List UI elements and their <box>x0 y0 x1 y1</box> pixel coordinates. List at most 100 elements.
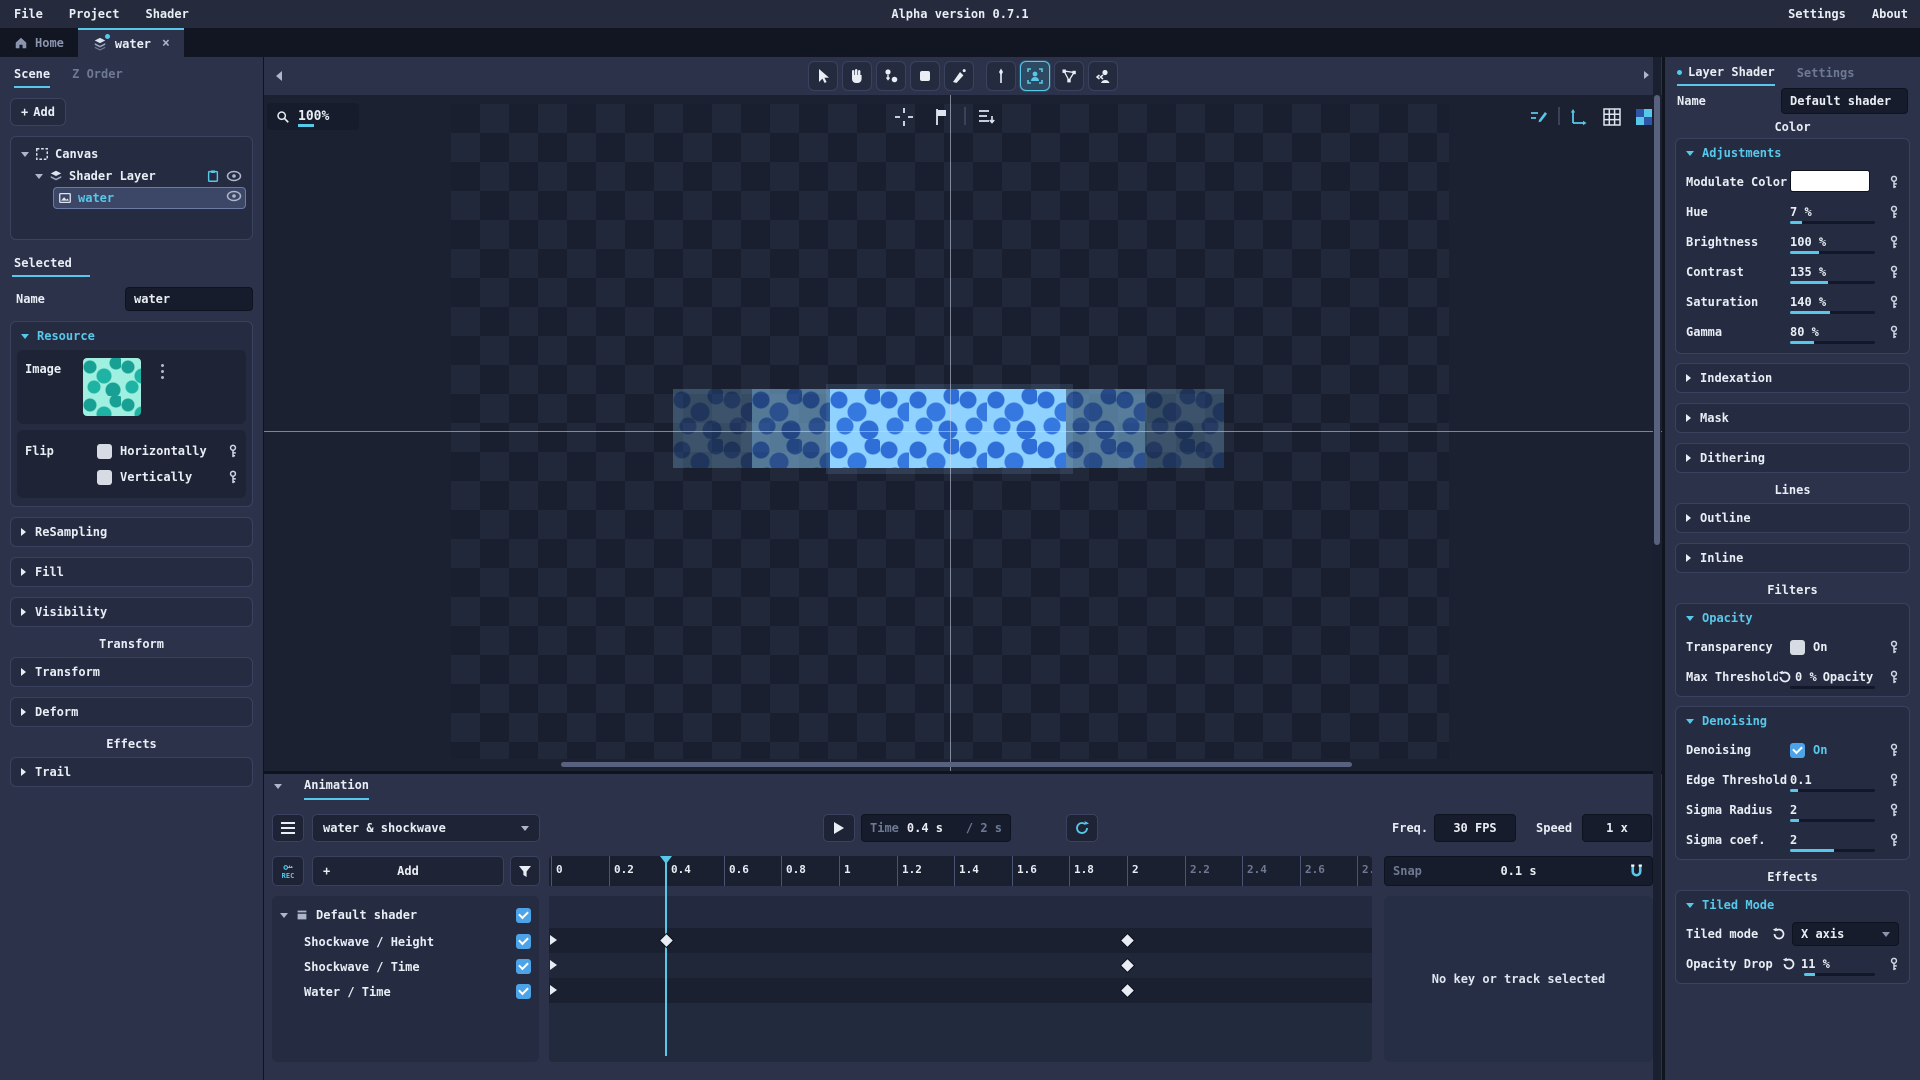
contrast-slider[interactable] <box>1790 281 1875 284</box>
right-panel-scrollbar[interactable] <box>1653 57 1661 1080</box>
saturation-slider[interactable] <box>1790 311 1875 314</box>
loop-button[interactable] <box>1066 814 1098 842</box>
section-outline[interactable]: Outline <box>1675 503 1910 533</box>
track-enabled-checkbox[interactable] <box>516 984 531 999</box>
section-transform[interactable]: Transform <box>10 657 253 687</box>
track-row-shockwave-height[interactable]: Shockwave / Height <box>280 929 531 954</box>
image-thumbnail[interactable] <box>83 358 141 416</box>
section-visibility[interactable]: Visibility <box>10 597 253 627</box>
sigma-radius-row[interactable]: Sigma Radius 2 <box>1676 795 1909 825</box>
flag-icon[interactable] <box>932 107 952 127</box>
brush-tool-button[interactable] <box>944 61 974 91</box>
edge-threshold-value[interactable]: 0.1 <box>1790 773 1883 787</box>
key-icon[interactable] <box>1889 205 1899 220</box>
collapse-right-icon[interactable] <box>1644 71 1649 79</box>
sigma-coef-value[interactable]: 2 <box>1790 833 1883 847</box>
crosshair-icon[interactable] <box>894 107 914 127</box>
checker-background-icon[interactable] <box>1634 107 1654 127</box>
key-icon[interactable] <box>1889 265 1899 280</box>
keyframe-start[interactable] <box>550 935 557 945</box>
gamma-row[interactable]: Gamma 80 % <box>1676 317 1909 347</box>
menu-about[interactable]: About <box>1872 7 1908 21</box>
tab-water[interactable]: water × <box>78 28 184 57</box>
tab-z-order[interactable]: Z Order <box>72 67 123 88</box>
sigma-radius-value[interactable]: 2 <box>1790 803 1883 817</box>
animation-clip-select[interactable]: water & shockwave <box>312 814 540 842</box>
gamma-slider[interactable] <box>1790 341 1875 344</box>
contrast-value[interactable]: 135 % <box>1790 265 1883 279</box>
playhead[interactable] <box>665 856 667 1056</box>
shader-tool-button[interactable] <box>1088 61 1118 91</box>
saturation-value[interactable]: 140 % <box>1790 295 1883 309</box>
tab-layer-shader[interactable]: Layer Shader <box>1677 65 1775 86</box>
timeline-rows[interactable] <box>549 896 1372 1062</box>
play-button[interactable] <box>823 814 855 842</box>
resource-group-header[interactable]: Resource <box>11 322 252 350</box>
key-icon[interactable] <box>228 470 238 485</box>
section-mask[interactable]: Mask <box>1675 403 1910 433</box>
chevron-down-icon[interactable] <box>280 913 288 918</box>
reset-icon[interactable] <box>1772 927 1786 941</box>
section-deform[interactable]: Deform <box>10 697 253 727</box>
water-tile[interactable] <box>909 389 988 468</box>
scrollbar-thumb[interactable] <box>1654 95 1660 545</box>
close-icon[interactable]: × <box>162 36 170 51</box>
adjustments-group-header[interactable]: Adjustments <box>1676 139 1909 167</box>
timeline-ruler[interactable]: 0 0.2 0.4 0.6 0.8 1 1.2 1.4 1.6 1.8 2 2.… <box>549 856 1372 886</box>
shader-name-input[interactable]: Default shader <box>1781 88 1908 114</box>
section-inline[interactable]: Inline <box>1675 543 1910 573</box>
edge-threshold-slider[interactable] <box>1790 789 1875 792</box>
contrast-row[interactable]: Contrast 135 % <box>1676 257 1909 287</box>
eye-icon[interactable] <box>226 168 242 184</box>
axes-icon[interactable] <box>1568 107 1588 127</box>
tab-scene[interactable]: Scene <box>14 67 50 88</box>
anchor-tool-button[interactable] <box>876 61 906 91</box>
layer-edit-icon[interactable] <box>1528 107 1548 127</box>
reset-icon[interactable] <box>1778 670 1792 684</box>
chevron-down-icon[interactable] <box>35 174 43 179</box>
keyframe-start[interactable] <box>550 960 557 970</box>
section-dithering[interactable]: Dithering <box>1675 443 1910 473</box>
key-icon[interactable] <box>1889 235 1899 250</box>
opacity-group-header[interactable]: Opacity <box>1676 604 1909 632</box>
z-order-icon[interactable] <box>976 107 996 127</box>
freq-field[interactable]: 30 FPS <box>1434 814 1516 842</box>
time-field[interactable]: Time 0.4 s / 2 s <box>861 814 1011 842</box>
key-icon[interactable] <box>1889 295 1899 310</box>
sigma-radius-slider[interactable] <box>1790 819 1875 822</box>
canvas-viewport[interactable]: 100% <box>264 95 1662 771</box>
key-icon[interactable] <box>1889 957 1899 972</box>
canvas-horizontal-scrollbar[interactable] <box>561 762 1352 767</box>
key-icon[interactable] <box>1889 833 1899 848</box>
max-threshold-slider[interactable] <box>1790 686 1875 689</box>
tab-home[interactable]: Home <box>0 28 78 57</box>
track-row-shockwave-time[interactable]: Shockwave / Time <box>280 954 531 979</box>
chevron-down-icon[interactable] <box>21 152 29 157</box>
track-enabled-checkbox[interactable] <box>516 908 531 923</box>
hue-row[interactable]: Hue 7 % <box>1676 197 1909 227</box>
key-icon[interactable] <box>1889 743 1899 758</box>
grid-icon[interactable] <box>1602 107 1622 127</box>
water-tile[interactable] <box>987 389 1066 468</box>
kebab-menu-icon[interactable] <box>161 358 165 416</box>
water-tile[interactable] <box>830 389 909 468</box>
keyframe-start[interactable] <box>550 985 557 995</box>
brightness-row[interactable]: Brightness 100 % <box>1676 227 1909 257</box>
key-icon[interactable] <box>1889 325 1899 340</box>
playhead-handle[interactable] <box>660 856 672 864</box>
speed-field[interactable]: 1 x <box>1582 814 1652 842</box>
hue-value[interactable]: 7 % <box>1790 205 1883 219</box>
tab-settings[interactable]: Settings <box>1797 65 1855 86</box>
timeline-row[interactable] <box>549 896 1372 928</box>
transparency-checkbox[interactable] <box>1790 640 1805 655</box>
brightness-value[interactable]: 100 % <box>1790 235 1883 249</box>
edge-threshold-row[interactable]: Edge Threshold 0.1 <box>1676 765 1909 795</box>
add-keyframe-button[interactable]: + Add <box>312 856 504 886</box>
flip-horizontal-checkbox[interactable] <box>97 444 112 459</box>
key-icon[interactable] <box>1889 175 1899 190</box>
frame-focus-tool-button[interactable] <box>1020 61 1050 91</box>
add-layer-button[interactable]: + Add <box>10 98 66 126</box>
eye-icon[interactable] <box>226 188 242 208</box>
denoising-group-header[interactable]: Denoising <box>1676 707 1909 735</box>
section-fill[interactable]: Fill <box>10 557 253 587</box>
